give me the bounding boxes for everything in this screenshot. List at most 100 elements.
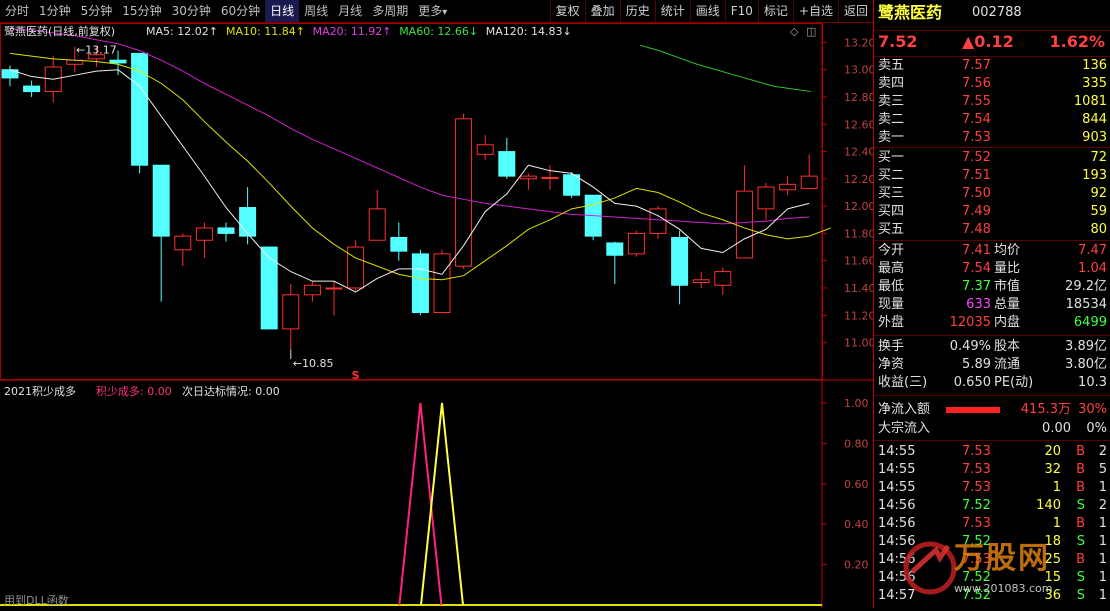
toolbar-action-button[interactable]: 标记 bbox=[757, 0, 793, 22]
indicator-footer: 用到DLL函数 bbox=[4, 594, 69, 607]
candle-body bbox=[671, 237, 689, 286]
netflow-bar bbox=[946, 407, 1000, 413]
period-tab[interactable]: 5分钟 bbox=[76, 0, 118, 22]
tick-side: B bbox=[1076, 462, 1085, 477]
stock-code: 002788 bbox=[972, 5, 1022, 20]
y-tick-label: 13.00 bbox=[844, 64, 873, 77]
quote-panel: 鹭燕医药 002788 7.52 ▲0.12 1.62% 卖五 7.57 136 卖四 7.56 3… bbox=[873, 0, 1110, 608]
ask-volume: 844 bbox=[1082, 112, 1107, 127]
indicator-next: 次日达标情况: 0.00 bbox=[182, 384, 280, 398]
candle-body bbox=[563, 174, 581, 196]
tick-row: 14:55 7.53 32 B 5 bbox=[874, 461, 1110, 479]
toolbar-action-button[interactable]: 统计 bbox=[654, 0, 690, 22]
toolbar-action-button[interactable]: 画线 bbox=[689, 0, 725, 22]
indicator-param: 积少成多: 0.00 bbox=[96, 384, 172, 398]
netflow-pct: 30% bbox=[1078, 402, 1107, 417]
bid-row: 买五 7.48 80 bbox=[874, 221, 1110, 239]
tick-side: B bbox=[1076, 480, 1085, 495]
toolbar-action-button[interactable]: +自选 bbox=[792, 0, 838, 22]
tick-side: S bbox=[1076, 498, 1085, 513]
ma-legend: MA5: 12.02↑ bbox=[146, 25, 218, 38]
y-tick-label: 12.40 bbox=[844, 146, 873, 159]
period-tab[interactable]: 周线 bbox=[299, 0, 333, 22]
last-price: 7.52 bbox=[878, 32, 918, 51]
tick-side: B bbox=[1076, 552, 1085, 567]
stat-value: 29.2亿 bbox=[1065, 279, 1107, 294]
ask-price: 7.55 bbox=[962, 94, 991, 109]
tick-count: 2 bbox=[1098, 444, 1107, 459]
period-tab[interactable]: 15分钟 bbox=[117, 0, 166, 22]
stat-row: 最低 7.37 市值 29.2亿 bbox=[874, 278, 1110, 296]
tick-count: 1 bbox=[1098, 480, 1107, 495]
bid-price: 7.49 bbox=[962, 204, 991, 219]
candle-body bbox=[282, 294, 300, 330]
candle-body bbox=[109, 59, 127, 64]
ask-volume: 1081 bbox=[1073, 94, 1107, 109]
ma-legend: MA10: 11.84↑ bbox=[226, 25, 305, 38]
watermark-brand: 万股网 bbox=[954, 541, 1050, 576]
y-tick-label: 13.20 bbox=[844, 36, 873, 49]
ask-label: 卖五 bbox=[878, 58, 905, 73]
period-tab[interactable]: 多周期 bbox=[367, 0, 413, 22]
divider bbox=[874, 147, 1110, 148]
bid-volume: 80 bbox=[1090, 222, 1107, 237]
candle-body bbox=[455, 118, 473, 267]
netflow-value: 415.3万 bbox=[1020, 402, 1071, 417]
stat-label: 现量 bbox=[878, 297, 905, 312]
toolbar-action-button[interactable]: F10 bbox=[724, 0, 758, 22]
stat-row: 外盘 12035 内盘 6499 bbox=[874, 314, 1110, 332]
bid-label: 买五 bbox=[878, 222, 905, 237]
period-tab[interactable]: 30分钟 bbox=[167, 0, 216, 22]
candle-body bbox=[757, 186, 775, 210]
tick-count: 1 bbox=[1098, 552, 1107, 567]
period-tab[interactable]: 更多▾ bbox=[413, 0, 452, 22]
stat-value: 7.47 bbox=[1078, 243, 1107, 258]
period-tab[interactable]: 分时 bbox=[0, 0, 34, 22]
stat-value: 12035 bbox=[949, 315, 991, 330]
divider bbox=[874, 440, 1110, 441]
period-tab[interactable]: 月线 bbox=[333, 0, 367, 22]
candle-body bbox=[779, 183, 797, 191]
period-tab[interactable]: 60分钟 bbox=[216, 0, 265, 22]
toolbar-action-button[interactable]: 叠加 bbox=[584, 0, 620, 22]
fin-label: 股本 bbox=[994, 339, 1021, 354]
toolbar-action-button[interactable]: 返回 bbox=[837, 0, 873, 22]
ask-volume: 335 bbox=[1082, 76, 1107, 91]
chart-area[interactable]: 13.20 13.00 12.80 12.60 12.40 12.20 12.00 11.80… bbox=[0, 23, 876, 608]
period-toolbar: 分时 1分钟 5分钟 15分钟 30分钟 60分钟 日线 周线 月线 多周期 更多▾ 复权 叠加 历史 统计… bbox=[0, 0, 873, 23]
bid-price: 7.48 bbox=[962, 222, 991, 237]
blocktrade-value: 0.00 bbox=[1042, 421, 1071, 436]
bid-price: 7.52 bbox=[962, 150, 991, 165]
stat-label: 最高 bbox=[878, 261, 905, 276]
fin-label: 净资 bbox=[878, 357, 905, 372]
tick-side: B bbox=[1076, 516, 1085, 531]
toolbar-action-button[interactable]: 历史 bbox=[619, 0, 655, 22]
tick-row: 14:55 7.53 20 B 2 bbox=[874, 443, 1110, 461]
fin-label: 收益(三) bbox=[878, 375, 928, 390]
candle-body bbox=[174, 235, 192, 251]
fin-value: 5.89 bbox=[962, 357, 991, 372]
bid-volume: 193 bbox=[1082, 168, 1107, 183]
bid-row: 买四 7.49 59 bbox=[874, 203, 1110, 221]
blocktrade-row: 大宗流入 0.00 0% bbox=[874, 420, 1110, 438]
kline-chart[interactable]: 13.20 13.00 12.80 12.60 12.40 12.20 12.00 11.80… bbox=[0, 23, 876, 608]
candle-body bbox=[606, 242, 624, 256]
price-change-pct: 1.62% bbox=[1049, 32, 1105, 51]
tick-time: 14:55 bbox=[878, 462, 916, 477]
y-tick-label: 11.80 bbox=[844, 227, 873, 240]
tick-price: 7.53 bbox=[962, 444, 991, 459]
fin-value: 0.650 bbox=[953, 375, 991, 390]
price-row: 7.52 ▲0.12 1.62% bbox=[874, 33, 1110, 51]
tick-price: 7.53 bbox=[962, 516, 991, 531]
toolbar-action-button[interactable]: 复权 bbox=[549, 0, 585, 22]
period-tab[interactable]: 1分钟 bbox=[34, 0, 76, 22]
stat-label: 内盘 bbox=[994, 315, 1021, 330]
tick-volume: 32 bbox=[1044, 462, 1061, 477]
divider bbox=[874, 395, 1110, 396]
period-tab[interactable]: 日线 bbox=[265, 0, 300, 22]
ask-price: 7.57 bbox=[962, 58, 991, 73]
bid-row: 买二 7.51 193 bbox=[874, 167, 1110, 185]
candle-body bbox=[303, 284, 321, 296]
bid-row: 买三 7.50 92 bbox=[874, 185, 1110, 203]
tick-count: 1 bbox=[1098, 516, 1107, 531]
